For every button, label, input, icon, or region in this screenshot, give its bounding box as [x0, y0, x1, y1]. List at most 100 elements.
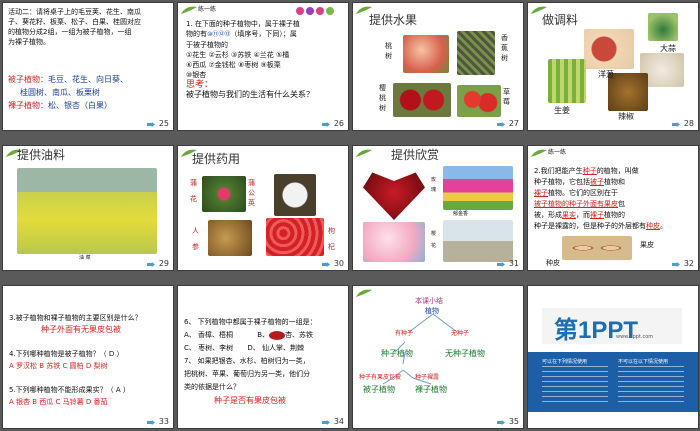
forbidden-heading: 不可以在以下情况使用: [618, 359, 669, 365]
rapeseed-field-photo: [17, 168, 157, 254]
q2-text-1b: 的植物，叫做: [596, 167, 639, 175]
forbidden-text-lines: [618, 366, 684, 406]
next-arrow-icon: [672, 122, 680, 127]
gymnosperm-label: 裸子植物：: [8, 101, 48, 110]
angiosperm-list-1: 毛豆、花生、向日葵、: [48, 75, 128, 84]
seedless-plants: 无种子植物: [445, 349, 485, 358]
brand-url: www.1ppt.com: [616, 334, 654, 340]
practice-label: 练一练: [198, 6, 217, 13]
q4-text: 4.下列哪种植物是被子植物？（ D ）: [9, 350, 124, 358]
tulip-photo: [443, 166, 513, 210]
cherry-blossom-photo: [363, 222, 425, 262]
answer-gymno: 裸子: [534, 189, 548, 197]
angiosperm-list-2: 桂圆树、南瓜、板栗树: [20, 88, 100, 97]
slide-thumbnail-33[interactable]: 3.被子植物和裸子植物的主要区别是什么？ 种子外面有无果皮包被 4.下列哪种植物…: [3, 286, 173, 428]
next-arrow-icon: [147, 262, 155, 267]
ginger-label: 生姜: [554, 106, 570, 115]
q6-option-d: D、 仙人掌、荆棘: [247, 344, 304, 352]
answer-seedcoat: 种皮: [646, 222, 660, 230]
q2-text-1: 2.我们把能产生: [534, 167, 583, 175]
q6-option-c: C、 枣树、李树: [184, 344, 234, 352]
cherry-label: 樱桃树: [379, 84, 386, 112]
slide-thumbnail-35[interactable]: 本课小结 植物 有种子 无种子 种子植物 无种子植物 种子有果皮包被 种子裸露 …: [353, 286, 523, 428]
slide-thumbnail-27[interactable]: 提供水果 桃树 香蕉树 樱桃树 草莓 27: [353, 3, 523, 130]
goji-char-1: 枸: [328, 227, 335, 235]
tulip-label: 郁金香: [453, 211, 469, 217]
q1-line2: 物的有: [186, 30, 207, 38]
slide-number: 34: [333, 417, 344, 426]
slide-title: 提供欣赏: [391, 148, 440, 162]
q1-line3: 于被子植物的: [186, 41, 228, 49]
slide-thumbnail-28[interactable]: 做调料 大蒜 洋葱 生姜 辣椒 28: [528, 3, 698, 130]
pericarp-label: 果皮: [640, 241, 654, 249]
slide25-line1: 活动二：请将桌子上的毛豆荚、花生、南瓜: [8, 8, 141, 16]
cherry-photo: [393, 83, 451, 117]
sakura-char-1: 樱: [431, 231, 437, 237]
slide25-line2: 子、葵花籽、板栗、松子、白果、桂圆对应: [8, 18, 141, 26]
banana-label: 香蕉树: [501, 34, 508, 62]
slide-number: 30: [333, 259, 344, 268]
slide-number: 32: [683, 259, 694, 268]
ginseng-photo: [208, 220, 252, 256]
q7-text-2: 把桃树、苹果、葡萄归为另一类，他们分: [184, 370, 310, 378]
slide-thumbnail-32[interactable]: 练一练 2.我们把能产生种子的植物，叫做 种子植物，它包括被子植物和 裸子植物。…: [528, 146, 698, 270]
think-question: 被子植物与我们的生活有什么关系？: [186, 90, 314, 99]
q2-text-6: 种子是裸露的，但是种子的外层都有: [534, 222, 646, 230]
leaf-decoration-icon: [356, 149, 372, 157]
no-seed: 无种子: [451, 330, 470, 337]
q5-options: A 银杏 B 西瓜 C 马铃薯 D 番茄: [9, 398, 108, 406]
slide-thumbnail-31[interactable]: 提供欣赏 玫 瑰 郁金香 樱 花 31: [353, 146, 523, 270]
seed-exposed: 种子裸露: [415, 374, 440, 381]
slide-thumbnail-26[interactable]: 练一练 1. 在下面的种子植物中，属于裸子植 物的有⑩⑪⑫⑬（填序号，下同）；属…: [178, 3, 348, 130]
lotus-photo: [202, 176, 246, 212]
q2-text-5: 被，形成: [534, 211, 562, 219]
garden-photo: [443, 220, 513, 262]
q7-answer: 种子是否有果皮包被: [214, 396, 286, 405]
slide-number: 28: [683, 119, 694, 128]
slide-title: 做调料: [542, 13, 579, 27]
next-arrow-icon: [672, 262, 680, 267]
slide-thumbnail-34[interactable]: 6、 下列植物中都属于裸子植物的一组是： A、 香樟、梧桐 B、 杏、苏铁 C、 …: [178, 286, 348, 428]
slide-number: 35: [508, 417, 519, 426]
lotus-char-2: 花: [190, 195, 197, 203]
root-plant: 植物: [425, 307, 439, 315]
q2-text-5b: ，而: [576, 211, 590, 219]
slide-title: 提供药用: [192, 152, 241, 166]
slide-thumbnail-30[interactable]: 提供药用 蒲 花 蒲公英 人 参 枸 杞 30: [178, 146, 348, 270]
q3-answer: 种子外面有无果皮包被: [41, 325, 121, 334]
next-arrow-icon: [322, 122, 330, 127]
slide-title: 提供油料: [17, 148, 66, 162]
strawberry-photo: [457, 85, 501, 117]
q7-text-1: 7、 如果把银杏、水杉、柏树归为一类，: [184, 357, 310, 365]
highlight-mark-icon: [269, 330, 286, 340]
next-arrow-icon: [497, 262, 505, 267]
slide-thumbnail-36[interactable]: 第1PPT www.1ppt.com 可以在下列情况使用 不可以在以下情况使用: [528, 286, 698, 428]
goji-char-2: 杞: [328, 243, 335, 251]
slide-number: 26: [333, 119, 344, 128]
onion-label: 洋葱: [598, 70, 614, 79]
q2-text-4: 包: [618, 200, 625, 208]
seed-plants: 种子植物: [381, 349, 413, 358]
allowed-text-lines: [542, 366, 608, 406]
allowed-heading: 可以在下列情况使用: [542, 359, 588, 365]
dandelion-label: 蒲公英: [248, 179, 255, 207]
q1-options-2: ⑥西瓜 ⑦金钱松 ⑧枣树 ⑨板栗: [186, 61, 281, 69]
angiosperm-label: 被子植物：: [8, 75, 48, 84]
dandelion-photo: [274, 174, 316, 216]
slide-thumbnail-25[interactable]: 活动二：请将桌子上的毛豆荚、花生、南瓜 子、葵花籽、板栗、松子、白果、桂圆对应 …: [3, 3, 173, 130]
answer-difference: 被子植物的种子外面有: [534, 200, 604, 208]
q2-text-2: 种子植物，它包括: [534, 178, 590, 186]
slide-number: 29: [158, 259, 169, 268]
q2-text-2b: 植物和: [604, 178, 625, 186]
angiosperm-node: 被子植物: [363, 385, 395, 394]
answer-angio: 被子: [590, 178, 604, 186]
q2-text-6b: 。: [660, 222, 667, 230]
chili-photo: [608, 73, 648, 111]
next-arrow-icon: [322, 262, 330, 267]
slide-title: 提供水果: [369, 13, 418, 27]
slide-number: 33: [158, 417, 169, 426]
slide-thumbnail-29[interactable]: 提供油料 油 菜 29: [3, 146, 173, 270]
gymnosperm-list: 松、银杏（白果）: [48, 101, 112, 110]
banana-photo: [457, 31, 495, 75]
flower-decoration-icon: [296, 7, 334, 15]
